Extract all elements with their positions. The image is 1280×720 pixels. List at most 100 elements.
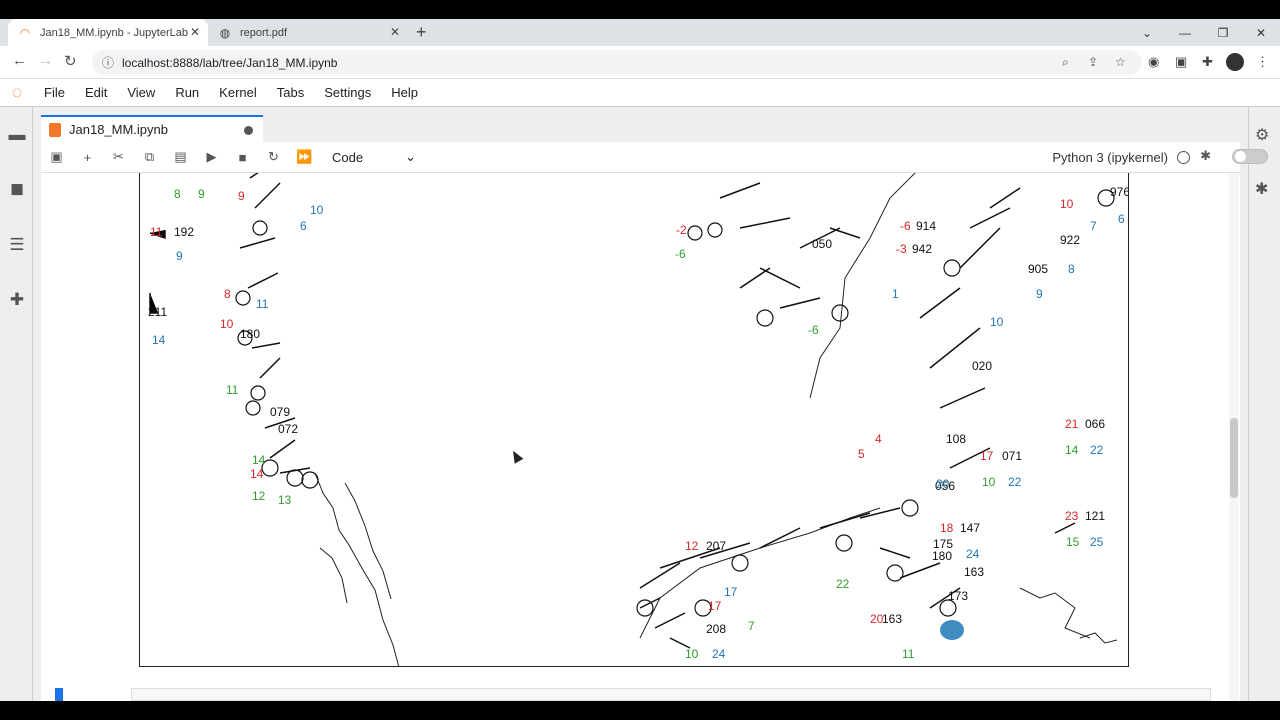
minimize-icon[interactable]: — xyxy=(1166,19,1204,46)
temperature-value: 9 xyxy=(238,189,245,203)
bug-icon[interactable]: ✱ xyxy=(1200,148,1211,164)
menu-file[interactable]: File xyxy=(34,85,75,100)
notebook-scrollbar[interactable] xyxy=(1229,173,1239,701)
extension-icon[interactable]: ▣ xyxy=(1175,54,1187,70)
unsaved-indicator-icon[interactable] xyxy=(244,126,253,135)
share-icon[interactable]: ⇪ xyxy=(1088,55,1098,69)
notebook-tab[interactable]: Jan18_MM.ipynb xyxy=(41,115,263,142)
paste-icon[interactable]: ▤ xyxy=(165,142,196,173)
station-label: 175 xyxy=(933,537,953,551)
browser-tab-strip: ◠ Jan18_MM.ipynb - JupyterLab ✕ ◍ report… xyxy=(0,19,1280,46)
menu-edit[interactable]: Edit xyxy=(75,85,117,100)
property-inspector-icon[interactable]: ⚙ xyxy=(1255,125,1269,145)
stop-icon[interactable]: ■ xyxy=(227,142,258,173)
browser-tab-report[interactable]: ◍ report.pdf ✕ xyxy=(208,19,408,46)
station-plot-output: 192 211 180 079 072 050 914 942 922 905 … xyxy=(139,173,1129,667)
station-label: 905 xyxy=(1028,262,1048,276)
station-label: 180 xyxy=(240,327,260,341)
window-controls: ⌄ — ❐ ✕ xyxy=(1128,19,1280,46)
temperature-value: -3 xyxy=(896,242,907,256)
pressure-value: 8 xyxy=(1068,262,1075,276)
run-icon[interactable]: ▶ xyxy=(196,142,227,173)
pressure-value: 24 xyxy=(966,547,980,561)
new-tab-icon[interactable]: + xyxy=(416,22,427,43)
pressure-value: 10 xyxy=(990,315,1004,329)
station-label: 207 xyxy=(706,539,726,553)
menu-help[interactable]: Help xyxy=(381,85,428,100)
cell-type-value: Code xyxy=(332,149,364,165)
reload-icon[interactable]: ↻ xyxy=(64,52,77,70)
kernel-status-icon xyxy=(1177,151,1190,164)
profile-avatar[interactable] xyxy=(1226,53,1244,71)
menu-settings[interactable]: Settings xyxy=(314,85,381,100)
debugger-toggle[interactable] xyxy=(1232,149,1268,164)
temperature-value: 10 xyxy=(1060,197,1074,211)
extensions-icon[interactable]: ✚ xyxy=(7,290,27,310)
menu-tabs[interactable]: Tabs xyxy=(267,85,314,100)
browser-tab-jupyter[interactable]: ◠ Jan18_MM.ipynb - JupyterLab ✕ xyxy=(8,19,208,46)
dewpoint-value: 13 xyxy=(278,493,292,507)
close-window-icon[interactable]: ✕ xyxy=(1242,19,1280,46)
menu-run[interactable]: Run xyxy=(165,85,209,100)
dewpoint-value: 12 xyxy=(252,489,266,503)
table-of-contents-icon[interactable]: ☰ xyxy=(7,235,27,255)
dewpoint-value: 7 xyxy=(748,619,755,633)
jupyter-logo-icon: ◌ xyxy=(11,82,23,102)
debugger-icon[interactable]: ✱ xyxy=(1255,179,1268,199)
jupyter-menubar: ◌ File Edit View Run Kernel Tabs Setting… xyxy=(0,79,1280,107)
back-icon[interactable]: ← xyxy=(12,52,27,69)
restart-run-all-icon[interactable]: ⏩ xyxy=(289,142,320,173)
station-label: 942 xyxy=(912,242,932,256)
station-label: 163 xyxy=(964,565,984,579)
kernel-name[interactable]: Python 3 (ipykernel) xyxy=(1052,150,1168,165)
extension-info-icon[interactable]: ◉ xyxy=(1148,54,1159,70)
pressure-value: 10 xyxy=(310,203,324,217)
pressure-value: 22 xyxy=(1008,475,1022,489)
active-cell-marker xyxy=(55,688,63,701)
running-sessions-icon[interactable]: ◼ xyxy=(7,179,27,199)
zoom-icon[interactable]: ⌕ xyxy=(1062,55,1069,70)
station-label: 071 xyxy=(1002,449,1022,463)
cell-type-dropdown[interactable]: Code ⌄ xyxy=(332,149,416,165)
notebook-tab-title: Jan18_MM.ipynb xyxy=(69,122,168,137)
station-label: 079 xyxy=(270,405,290,419)
cut-icon[interactable]: ✂ xyxy=(103,142,134,173)
copy-icon[interactable]: ⧉ xyxy=(134,142,165,173)
tab-search-icon[interactable]: ⌄ xyxy=(1128,19,1166,46)
station-label: 066 xyxy=(1085,417,1105,431)
url-field[interactable]: ⓘ localhost:8888/lab/tree/Jan18_MM.ipynb xyxy=(92,50,1142,75)
station-label: 976 xyxy=(1110,185,1129,199)
folder-icon[interactable]: ▬ xyxy=(7,125,27,145)
right-sidebar: ⚙ ✱ xyxy=(1248,107,1280,701)
pressure-value: 6 xyxy=(1118,212,1125,226)
restore-icon[interactable]: ❐ xyxy=(1204,19,1242,46)
pressure-value: 14 xyxy=(152,333,166,347)
temperature-value: 11 xyxy=(150,225,163,239)
main-area: Jan18_MM.ipynb ▣ + ✂ ⧉ ▤ ▶ ■ ↻ ⏩ Code ⌄ … xyxy=(33,107,1268,701)
save-icon[interactable]: ▣ xyxy=(41,142,72,173)
site-info-icon[interactable]: ⓘ xyxy=(102,54,114,71)
browser-tab-title: report.pdf xyxy=(240,26,288,39)
restart-icon[interactable]: ↻ xyxy=(258,142,289,173)
menu-kernel[interactable]: Kernel xyxy=(209,85,267,100)
scrollbar-thumb[interactable] xyxy=(1230,418,1238,498)
puzzle-icon[interactable]: ✚ xyxy=(1202,54,1213,70)
temperature-value: -2 xyxy=(676,223,687,237)
dewpoint-value: 11 xyxy=(902,647,915,661)
menu-view[interactable]: View xyxy=(117,85,165,100)
bookmark-star-icon[interactable]: ☆ xyxy=(1115,55,1126,69)
insert-cell-icon[interactable]: + xyxy=(72,142,103,173)
forward-icon[interactable]: → xyxy=(38,52,53,69)
close-tab-icon[interactable]: ✕ xyxy=(190,25,200,39)
notebook-panel[interactable]: 192 211 180 079 072 050 914 942 922 905 … xyxy=(41,173,1240,701)
pressure-value: 1 xyxy=(892,287,899,301)
globe-icon: ◍ xyxy=(219,25,231,40)
station-label: 211 xyxy=(148,305,167,319)
browser-menu-icon[interactable]: ⋮ xyxy=(1256,54,1269,70)
temperature-value: 17 xyxy=(980,449,994,463)
close-tab-icon[interactable]: ✕ xyxy=(390,25,400,39)
next-code-cell[interactable] xyxy=(131,688,1211,701)
station-label: 121 xyxy=(1085,509,1105,523)
pressure-value: 6 xyxy=(300,219,307,233)
station-label: 147 xyxy=(960,521,980,535)
